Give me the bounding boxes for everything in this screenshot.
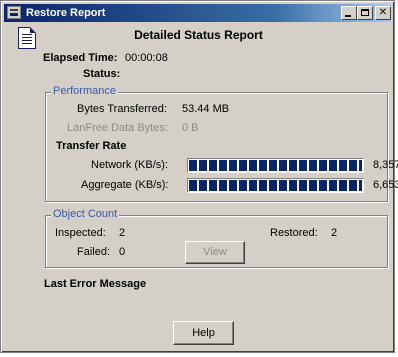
view-button[interactable]: View xyxy=(185,241,245,264)
restored-value: 2 xyxy=(331,227,338,239)
performance-group-label: Performance xyxy=(51,85,118,97)
lanfree-bytes-value: 0 B xyxy=(182,122,199,134)
network-progress-bar xyxy=(187,158,364,173)
transfer-rate-heading: Transfer Rate xyxy=(56,140,127,152)
lanfree-bytes-label: LanFree Data Bytes: xyxy=(67,122,168,134)
aggregate-rate-label: Aggregate (KB/s): xyxy=(81,179,169,191)
restore-report-window: Restore Report ✕ Detailed Status Report … xyxy=(0,0,398,353)
close-button[interactable]: ✕ xyxy=(375,6,391,20)
window-title: Restore Report xyxy=(26,7,106,19)
title-bar[interactable]: Restore Report ✕ xyxy=(4,4,391,22)
report-heading: Detailed Status Report xyxy=(134,28,263,42)
inspected-value: 2 xyxy=(119,227,126,239)
restored-label: Restored: xyxy=(270,227,318,239)
network-rate-label: Network (KB/s): xyxy=(91,159,169,171)
maximize-icon xyxy=(361,9,369,16)
help-button[interactable]: Help xyxy=(173,321,234,345)
failed-value: 0 xyxy=(119,246,126,258)
aggregate-rate-value: 6,653 xyxy=(373,179,398,191)
bytes-transferred-value: 53.44 MB xyxy=(182,103,230,115)
aggregate-progress-bar xyxy=(187,178,364,193)
bytes-transferred-label: Bytes Transferred: xyxy=(77,103,167,115)
network-rate-value: 8,357 xyxy=(373,159,398,171)
window-app-icon[interactable] xyxy=(7,6,21,19)
network-progress-fill xyxy=(189,160,362,171)
minimize-button[interactable] xyxy=(341,6,357,20)
elapsed-time-label: Elapsed Time: xyxy=(43,52,118,64)
maximize-button[interactable] xyxy=(357,6,373,20)
inspected-label: Inspected: xyxy=(55,227,106,239)
failed-label: Failed: xyxy=(77,246,111,258)
elapsed-time-value: 00:00:08 xyxy=(125,52,168,64)
minimize-icon xyxy=(345,15,351,17)
object-count-group-label: Object Count xyxy=(51,208,120,220)
status-label: Status: xyxy=(83,68,121,80)
close-icon: ✕ xyxy=(378,7,388,18)
aggregate-progress-fill xyxy=(189,180,362,191)
last-error-label: Last Error Message xyxy=(44,278,147,290)
